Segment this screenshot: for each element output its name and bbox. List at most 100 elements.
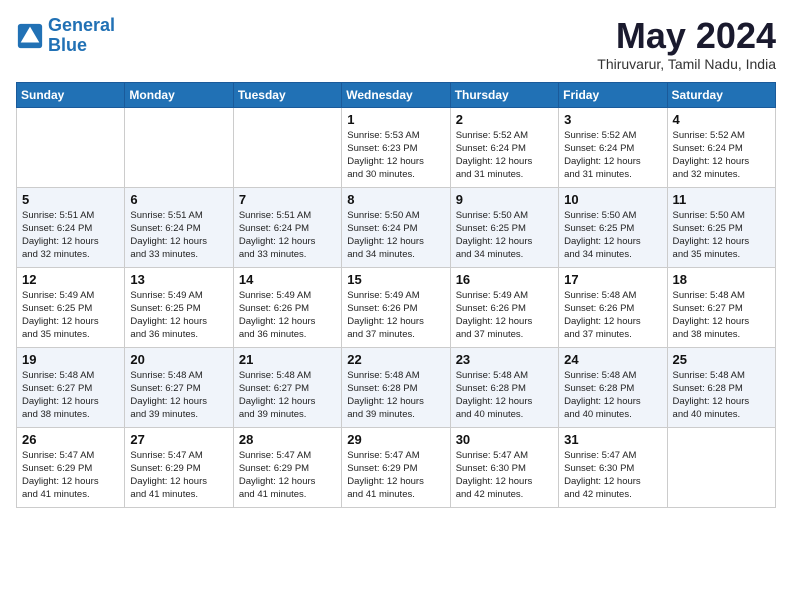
day-info: Sunrise: 5:48 AMSunset: 6:28 PMDaylight:… — [564, 369, 661, 422]
calendar-cell: 15 Sunrise: 5:49 AMSunset: 6:26 PMDayligh… — [342, 267, 450, 347]
day-info: Sunrise: 5:48 AMSunset: 6:26 PMDaylight:… — [564, 289, 661, 342]
calendar-cell: 10 Sunrise: 5:50 AMSunset: 6:25 PMDayligh… — [559, 187, 667, 267]
calendar-cell: 22Sunrise: 5:48 AMSunset: 6:28 PMDayligh… — [342, 347, 450, 427]
day-info: Sunrise: 5:49 AMSunset: 6:26 PMDaylight:… — [456, 289, 553, 342]
calendar-cell: 12 Sunrise: 5:49 AMSunset: 6:25 PMDayligh… — [17, 267, 125, 347]
week-row-3: 12 Sunrise: 5:49 AMSunset: 6:25 PMDayligh… — [17, 267, 776, 347]
location: Thiruvarur, Tamil Nadu, India — [597, 56, 776, 72]
day-header-monday: Monday — [125, 82, 233, 107]
day-info: Sunrise: 5:52 AMSunset: 6:24 PMDaylight:… — [564, 129, 661, 182]
day-info: Sunrise: 5:53 AMSunset: 6:23 PMDaylight:… — [347, 129, 444, 182]
logo-icon — [16, 22, 44, 50]
day-number: 6 — [130, 192, 227, 207]
calendar-cell: 20Sunrise: 5:48 AMSunset: 6:27 PMDayligh… — [125, 347, 233, 427]
calendar-cell: 24 Sunrise: 5:48 AMSunset: 6:28 PMDayligh… — [559, 347, 667, 427]
calendar-cell: 6 Sunrise: 5:51 AMSunset: 6:24 PMDaylight… — [125, 187, 233, 267]
day-number: 16 — [456, 272, 553, 287]
calendar-cell: 18Sunrise: 5:48 AMSunset: 6:27 PMDayligh… — [667, 267, 775, 347]
day-info: Sunrise: 5:47 AMSunset: 6:29 PMDaylight:… — [22, 449, 119, 502]
day-number: 2 — [456, 112, 553, 127]
day-header-saturday: Saturday — [667, 82, 775, 107]
calendar-cell: 17 Sunrise: 5:48 AMSunset: 6:26 PMDayligh… — [559, 267, 667, 347]
day-header-wednesday: Wednesday — [342, 82, 450, 107]
logo-line1: General — [48, 15, 115, 35]
calendar-cell: 31Sunrise: 5:47 AMSunset: 6:30 PMDayligh… — [559, 427, 667, 507]
logo-line2: Blue — [48, 35, 87, 55]
week-row-1: 1 Sunrise: 5:53 AMSunset: 6:23 PMDaylight… — [17, 107, 776, 187]
day-number: 21 — [239, 352, 336, 367]
day-info: Sunrise: 5:47 AMSunset: 6:29 PMDaylight:… — [239, 449, 336, 502]
day-number: 15 — [347, 272, 444, 287]
day-number: 19 — [22, 352, 119, 367]
day-info: Sunrise: 5:49 AMSunset: 6:26 PMDaylight:… — [347, 289, 444, 342]
day-info: Sunrise: 5:49 AMSunset: 6:26 PMDaylight:… — [239, 289, 336, 342]
logo-text: General Blue — [48, 16, 115, 56]
day-info: Sunrise: 5:48 AMSunset: 6:28 PMDaylight:… — [456, 369, 553, 422]
day-number: 17 — [564, 272, 661, 287]
calendar-cell — [125, 107, 233, 187]
day-number: 1 — [347, 112, 444, 127]
day-number: 4 — [673, 112, 770, 127]
day-number: 23 — [456, 352, 553, 367]
day-number: 11 — [673, 192, 770, 207]
calendar-cell — [233, 107, 341, 187]
calendar-cell: 19 Sunrise: 5:48 AMSunset: 6:27 PMDayligh… — [17, 347, 125, 427]
calendar-cell: 5 Sunrise: 5:51 AMSunset: 6:24 PMDaylight… — [17, 187, 125, 267]
day-info: Sunrise: 5:50 AMSunset: 6:25 PMDaylight:… — [673, 209, 770, 262]
day-info: Sunrise: 5:50 AMSunset: 6:24 PMDaylight:… — [347, 209, 444, 262]
day-info: Sunrise: 5:48 AMSunset: 6:27 PMDaylight:… — [239, 369, 336, 422]
calendar-cell: 14Sunrise: 5:49 AMSunset: 6:26 PMDayligh… — [233, 267, 341, 347]
day-info: Sunrise: 5:47 AMSunset: 6:29 PMDaylight:… — [130, 449, 227, 502]
day-info: Sunrise: 5:51 AMSunset: 6:24 PMDaylight:… — [239, 209, 336, 262]
day-number: 20 — [130, 352, 227, 367]
day-header-thursday: Thursday — [450, 82, 558, 107]
day-info: Sunrise: 5:52 AMSunset: 6:24 PMDaylight:… — [673, 129, 770, 182]
day-number: 9 — [456, 192, 553, 207]
logo: General Blue — [16, 16, 115, 56]
day-number: 31 — [564, 432, 661, 447]
calendar-table: SundayMondayTuesdayWednesdayThursdayFrid… — [16, 82, 776, 508]
calendar-cell: 11 Sunrise: 5:50 AMSunset: 6:25 PMDayligh… — [667, 187, 775, 267]
day-number: 18 — [673, 272, 770, 287]
calendar-cell: 26 Sunrise: 5:47 AMSunset: 6:29 PMDayligh… — [17, 427, 125, 507]
day-info: Sunrise: 5:48 AMSunset: 6:28 PMDaylight:… — [347, 369, 444, 422]
calendar-cell: 28Sunrise: 5:47 AMSunset: 6:29 PMDayligh… — [233, 427, 341, 507]
day-number: 12 — [22, 272, 119, 287]
day-number: 30 — [456, 432, 553, 447]
week-row-2: 5 Sunrise: 5:51 AMSunset: 6:24 PMDaylight… — [17, 187, 776, 267]
day-info: Sunrise: 5:52 AMSunset: 6:24 PMDaylight:… — [456, 129, 553, 182]
day-number: 26 — [22, 432, 119, 447]
calendar-cell: 1 Sunrise: 5:53 AMSunset: 6:23 PMDaylight… — [342, 107, 450, 187]
day-number: 25 — [673, 352, 770, 367]
calendar-cell: 8Sunrise: 5:50 AMSunset: 6:24 PMDaylight… — [342, 187, 450, 267]
calendar-header-row: SundayMondayTuesdayWednesdayThursdayFrid… — [17, 82, 776, 107]
week-row-5: 26 Sunrise: 5:47 AMSunset: 6:29 PMDayligh… — [17, 427, 776, 507]
day-info: Sunrise: 5:48 AMSunset: 6:27 PMDaylight:… — [22, 369, 119, 422]
calendar-cell: 21 Sunrise: 5:48 AMSunset: 6:27 PMDayligh… — [233, 347, 341, 427]
day-info: Sunrise: 5:50 AMSunset: 6:25 PMDaylight:… — [564, 209, 661, 262]
day-info: Sunrise: 5:48 AMSunset: 6:28 PMDaylight:… — [673, 369, 770, 422]
day-info: Sunrise: 5:49 AMSunset: 6:25 PMDaylight:… — [130, 289, 227, 342]
calendar-cell: 30Sunrise: 5:47 AMSunset: 6:30 PMDayligh… — [450, 427, 558, 507]
day-number: 3 — [564, 112, 661, 127]
calendar-cell: 3 Sunrise: 5:52 AMSunset: 6:24 PMDaylight… — [559, 107, 667, 187]
day-number: 10 — [564, 192, 661, 207]
calendar-cell: 9 Sunrise: 5:50 AMSunset: 6:25 PMDaylight… — [450, 187, 558, 267]
day-info: Sunrise: 5:50 AMSunset: 6:25 PMDaylight:… — [456, 209, 553, 262]
day-header-sunday: Sunday — [17, 82, 125, 107]
day-number: 24 — [564, 352, 661, 367]
month-title: May 2024 — [597, 16, 776, 56]
calendar-cell: 13 Sunrise: 5:49 AMSunset: 6:25 PMDayligh… — [125, 267, 233, 347]
calendar-cell — [17, 107, 125, 187]
day-info: Sunrise: 5:47 AMSunset: 6:29 PMDaylight:… — [347, 449, 444, 502]
day-info: Sunrise: 5:51 AMSunset: 6:24 PMDaylight:… — [130, 209, 227, 262]
day-number: 5 — [22, 192, 119, 207]
week-row-4: 19 Sunrise: 5:48 AMSunset: 6:27 PMDayligh… — [17, 347, 776, 427]
day-number: 27 — [130, 432, 227, 447]
day-info: Sunrise: 5:51 AMSunset: 6:24 PMDaylight:… — [22, 209, 119, 262]
calendar-cell: 7 Sunrise: 5:51 AMSunset: 6:24 PMDaylight… — [233, 187, 341, 267]
calendar-cell: 29Sunrise: 5:47 AMSunset: 6:29 PMDayligh… — [342, 427, 450, 507]
day-info: Sunrise: 5:49 AMSunset: 6:25 PMDaylight:… — [22, 289, 119, 342]
day-number: 13 — [130, 272, 227, 287]
day-number: 7 — [239, 192, 336, 207]
